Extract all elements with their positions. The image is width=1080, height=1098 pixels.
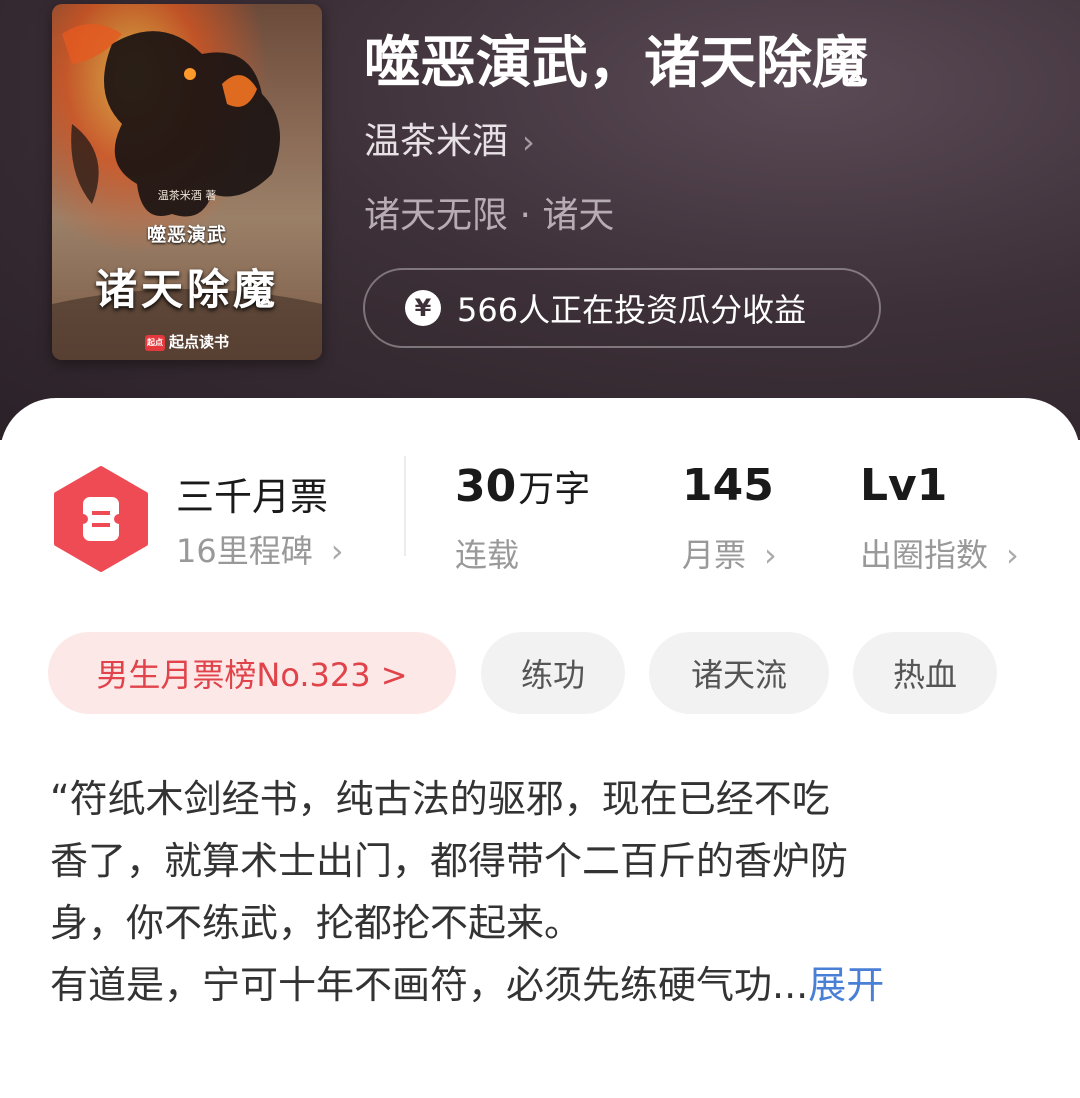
book-description: “符纸木剑经书，纯古法的驱邪，现在已经不吃 香了，就算术士出门，都得带个二百斤的… — [50, 768, 1030, 1016]
word-count: 30万字 — [455, 460, 590, 512]
book-title: 噬恶演武，诸天除魔 — [364, 30, 868, 96]
book-header: 温茶米酒 著 噬恶演武 诸天除魔 起点 起点读书 噬恶演武，诸天除魔 温茶米酒 › … — [0, 0, 1080, 440]
milestone-link[interactable]: 16里程碑 › — [176, 526, 344, 572]
monthly-tickets-label: 月票 — [682, 536, 747, 574]
book-genre: 诸天无限 · 诸天 — [364, 195, 615, 236]
influence-label: 出圈指数 — [860, 536, 989, 574]
influence-value: Lv1 — [860, 460, 948, 511]
description-line: 有道是，宁可十年不画符，必须先练硬气功...展开 — [50, 954, 1030, 1016]
description-line: 香了，就算术士出门，都得带个二百斤的香炉防 — [50, 839, 849, 883]
monthly-tickets-value: 145 — [682, 460, 774, 511]
chevron-right-icon: › — [522, 123, 535, 161]
yen-icon: ¥ — [405, 290, 441, 326]
stats-divider — [404, 456, 406, 556]
brand-name: 起点读书 — [168, 333, 229, 351]
invest-button[interactable]: ¥ 566人正在投资瓜分收益 — [363, 268, 881, 348]
invest-label: 566人正在投资瓜分收益 — [457, 291, 807, 329]
tag-lianggong[interactable]: 练功 — [481, 632, 625, 714]
word-count-value: 30 — [455, 461, 517, 512]
status-label: 连载 — [455, 536, 520, 574]
chevron-right-icon: › — [330, 532, 344, 570]
rank-tag[interactable]: 男生月票榜No.323 > — [48, 632, 456, 714]
word-count-unit: 万字 — [518, 469, 591, 510]
author-name: 温茶米酒 — [364, 121, 509, 162]
book-cover[interactable]: 温茶米酒 著 噬恶演武 诸天除魔 起点 起点读书 — [52, 4, 322, 360]
milestone-sub: 16里程碑 — [176, 532, 313, 570]
ticket-icon — [54, 466, 148, 572]
chevron-right-icon: › — [1006, 536, 1019, 574]
tag-zhutianliu[interactable]: 诸天流 — [649, 632, 829, 714]
influence-link[interactable]: 出圈指数 › — [860, 530, 1019, 576]
author-link[interactable]: 温茶米酒 › — [364, 112, 535, 164]
description-last-line: 有道是，宁可十年不画符，必须先练硬气功... — [50, 963, 809, 1007]
monthly-tickets-link[interactable]: 月票 › — [682, 530, 777, 576]
description-line: 身，你不练武，抡都抡不起来。 — [50, 901, 583, 945]
milestone-title: 三千月票 — [176, 475, 329, 519]
description-line: “符纸木剑经书，纯古法的驱邪，现在已经不吃 — [50, 777, 830, 821]
brand-logo-icon: 起点 — [144, 334, 165, 351]
cover-subtitle: 噬恶演武 — [146, 224, 227, 246]
cover-brand: 起点 起点读书 — [52, 331, 322, 352]
tag-rexue[interactable]: 热血 — [853, 632, 997, 714]
cover-main-title: 诸天除魔 — [94, 265, 279, 314]
chevron-right-icon: › — [764, 536, 777, 574]
cover-author-note: 温茶米酒 著 — [157, 189, 217, 202]
expand-button[interactable]: 展开 — [808, 963, 884, 1007]
